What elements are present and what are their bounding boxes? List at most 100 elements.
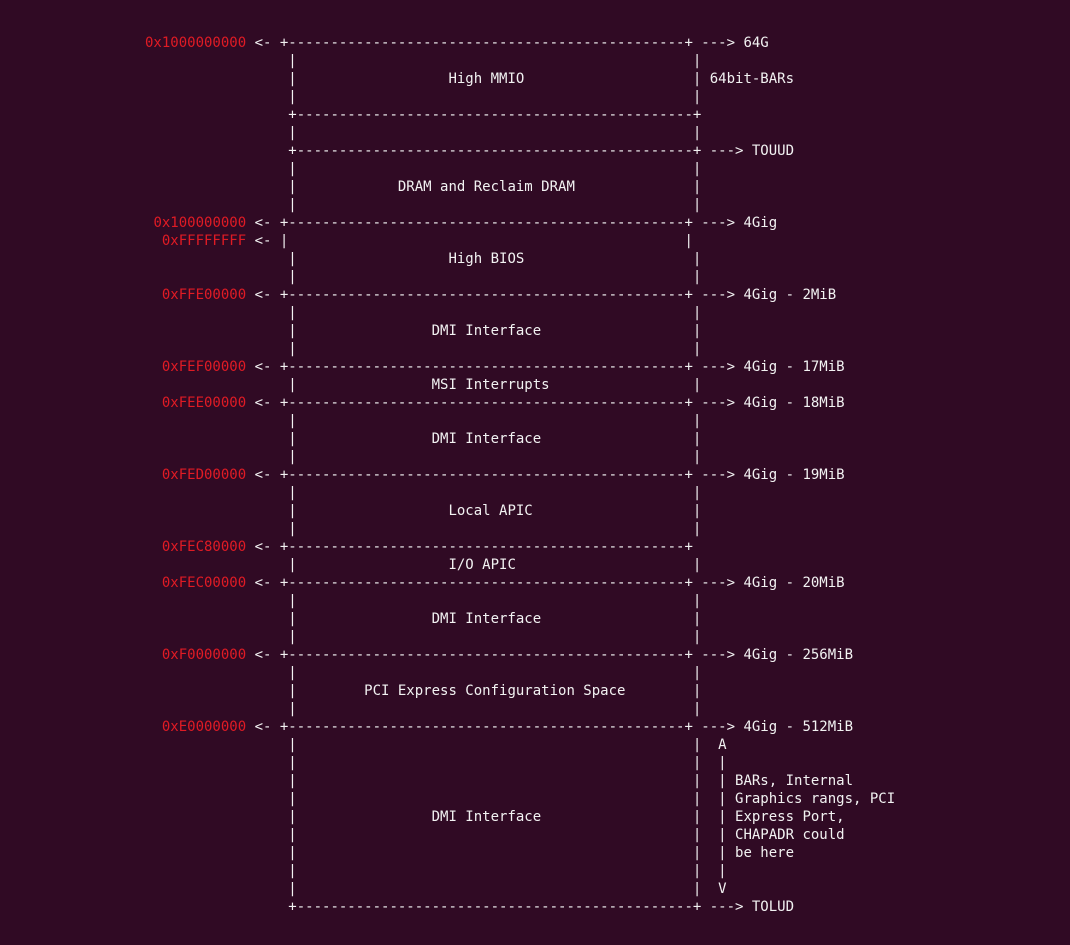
diagram-text: <- +------------------------------------… [246,215,778,231]
diagram-text: | | [246,521,702,537]
diagram-text: | DMI Interface | | Express Port, [246,809,845,825]
diagram-text: | DMI Interface | [246,431,702,447]
diagram-text: | | A [246,737,727,753]
diagram-line: | | [145,196,1070,214]
diagram-text: | | [246,197,702,213]
diagram-line: | | | [145,754,1070,772]
address-padding [145,701,246,717]
diagram-line: | DMI Interface | [145,322,1070,340]
diagram-line: | | [145,700,1070,718]
diagram-line: | I/O APIC | [145,556,1070,574]
diagram-text: | | | be here [246,845,795,861]
diagram-line: 0xE0000000 <- +-------------------------… [145,718,1070,736]
diagram-line: | PCI Express Configuration Space | [145,682,1070,700]
diagram-line: 0x1000000000 <- +-----------------------… [145,34,1070,52]
address-padding [145,791,246,807]
diagram-line: | | [145,592,1070,610]
address-label: 0xFED00000 [161,467,247,483]
address-padding [145,287,162,303]
diagram-line: | | [145,340,1070,358]
diagram-line: | | V [145,880,1070,898]
address-padding [145,881,246,897]
address-label: 0x1000000000 [145,35,247,51]
diagram-line: | | | BARs, Internal [145,772,1070,790]
diagram-line: | DRAM and Reclaim DRAM | [145,178,1070,196]
address-padding [145,53,246,69]
diagram-line: 0xFED00000 <- +-------------------------… [145,466,1070,484]
address-label: 0x100000000 [153,215,247,231]
address-padding [145,161,246,177]
diagram-text: | | V [246,881,727,897]
diagram-text: | | [246,89,702,105]
diagram-line: +---------------------------------------… [145,106,1070,124]
diagram-text: | | [246,701,702,717]
address-padding [145,503,246,519]
address-padding [145,863,246,879]
diagram-text: <- +------------------------------------… [246,395,845,411]
address-padding [145,737,246,753]
address-padding [145,143,246,159]
diagram-text: | PCI Express Configuration Space | [246,683,702,699]
diagram-text: <- +------------------------------------… [246,539,693,555]
address-padding [145,449,246,465]
diagram-line: | | [145,664,1070,682]
address-padding [145,413,246,429]
diagram-line: 0xF0000000 <- +-------------------------… [145,646,1070,664]
diagram-text: | | [246,269,702,285]
diagram-line: 0xFEF00000 <- +-------------------------… [145,358,1070,376]
address-padding [145,827,246,843]
diagram-text: <- +------------------------------------… [246,467,845,483]
diagram-text: | DMI Interface | [246,611,702,627]
diagram-line: | | [145,628,1070,646]
address-label: 0xFFE00000 [161,287,247,303]
diagram-text: | | | CHAPADR could [246,827,845,843]
diagram-text: | | | Graphics rangs, PCI [246,791,896,807]
address-padding [145,755,246,771]
diagram-text: | High BIOS | [246,251,702,267]
diagram-line: 0xFFFFFFFF <- | | [145,232,1070,250]
diagram-line: | | [145,160,1070,178]
diagram-line: | | [145,268,1070,286]
memory-map-diagram: 0x1000000000 <- +-----------------------… [145,34,1070,916]
diagram-line: | | [145,412,1070,430]
address-padding [145,197,246,213]
diagram-text: | High MMIO | 64bit-BARs [246,71,795,87]
address-padding [145,305,246,321]
diagram-text: | | | [246,755,727,771]
diagram-text: | | [246,629,702,645]
address-padding [145,377,246,393]
diagram-text: | | | BARs, Internal [246,773,854,789]
diagram-line: | | [145,304,1070,322]
address-label: 0xFEC80000 [161,539,247,555]
address-padding [145,665,246,681]
diagram-text: <- +------------------------------------… [246,287,837,303]
address-padding [145,521,246,537]
diagram-text: | | [246,485,702,501]
diagram-line: | High BIOS | [145,250,1070,268]
diagram-line: +---------------------------------------… [145,142,1070,160]
diagram-line: | | [145,520,1070,538]
diagram-text: <- +------------------------------------… [246,359,845,375]
diagram-line: | | A [145,736,1070,754]
diagram-line: | | | [145,862,1070,880]
diagram-text: | I/O APIC | [246,557,702,573]
address-padding [145,809,246,825]
diagram-text: | | [246,161,702,177]
address-padding [145,467,162,483]
address-padding [145,125,246,141]
address-padding [145,773,246,789]
diagram-line: | DMI Interface | | Express Port, [145,808,1070,826]
address-label: 0xFFFFFFFF [161,233,247,249]
diagram-line: | High MMIO | 64bit-BARs [145,70,1070,88]
diagram-text: +---------------------------------------… [246,899,795,915]
address-padding [145,395,162,411]
diagram-line: | DMI Interface | [145,430,1070,448]
diagram-text: | | [246,665,702,681]
diagram-text: +---------------------------------------… [246,143,795,159]
diagram-text: | | [246,449,702,465]
diagram-text: | DMI Interface | [246,323,702,339]
diagram-line: 0xFEC00000 <- +-------------------------… [145,574,1070,592]
address-padding [145,683,246,699]
diagram-text: | | [246,341,702,357]
diagram-line: | | | Graphics rangs, PCI [145,790,1070,808]
